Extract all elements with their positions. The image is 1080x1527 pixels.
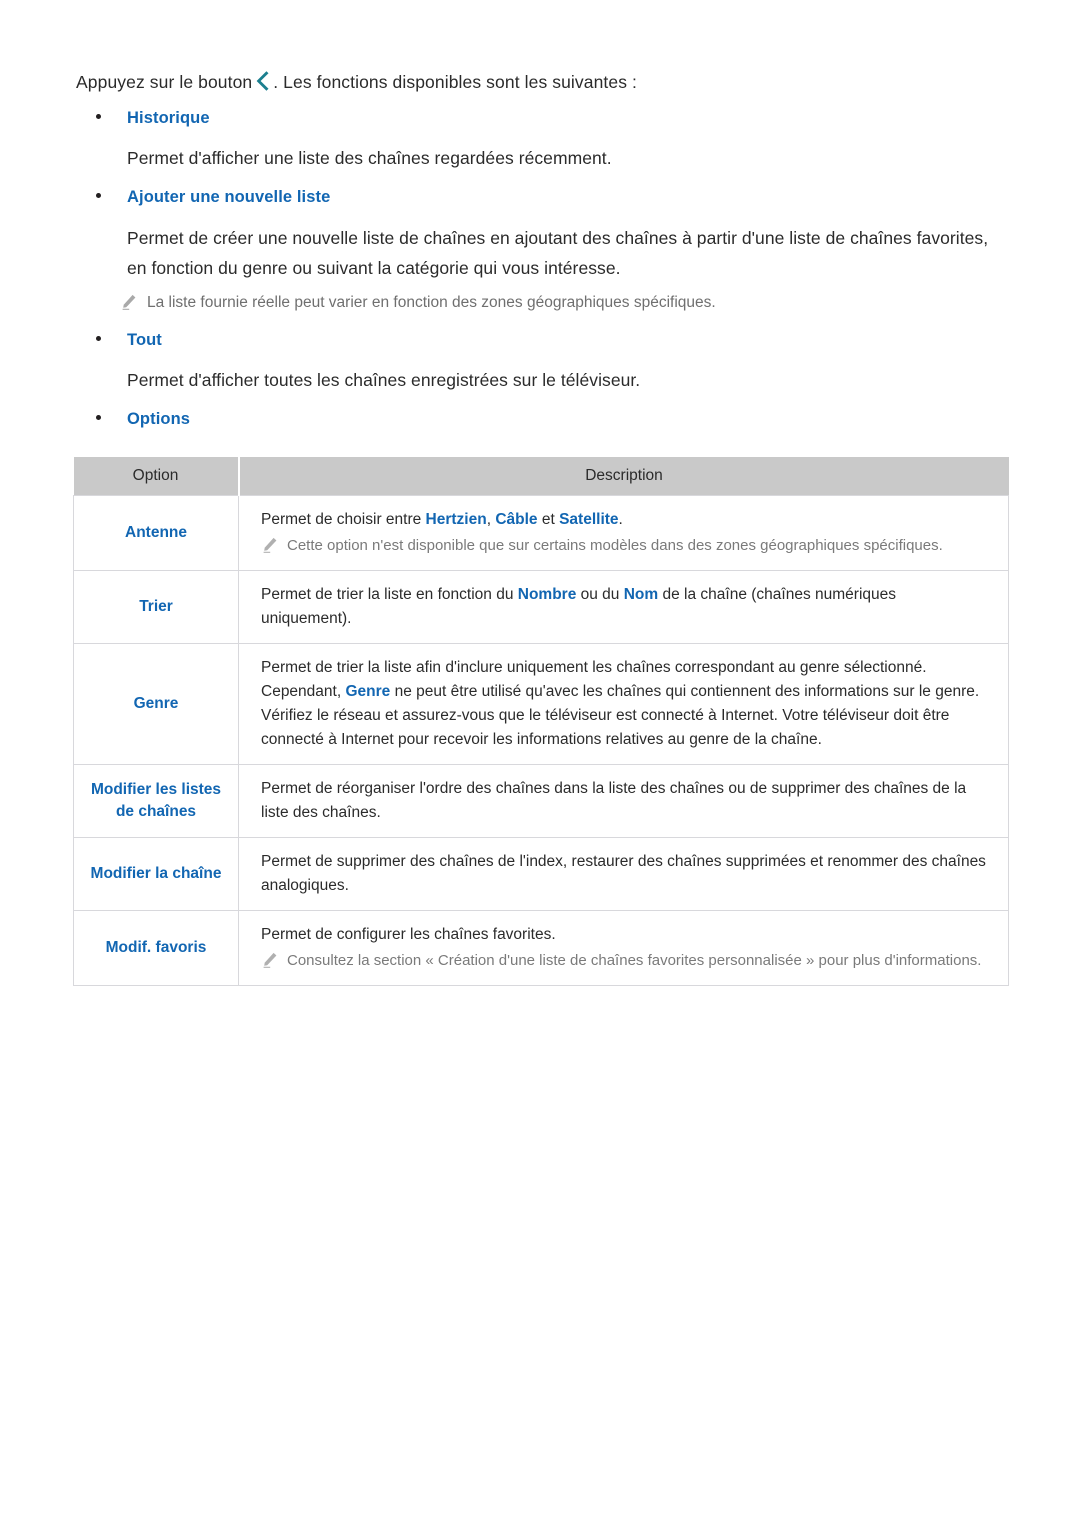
- desc-text-c: et: [537, 511, 560, 528]
- keyword-nombre: Nombre: [517, 586, 577, 603]
- bullet-dot-icon: [96, 114, 101, 119]
- description-modifier-les-listes-de-chaines: Permet de réorganiser l'ordre des chaîne…: [238, 764, 1009, 838]
- description-modif-favoris: Permet de configurer les chaînes favorit…: [238, 910, 1009, 986]
- section-body-ajouter-line2: en fonction du genre ou suivant la catég…: [127, 258, 621, 278]
- desc-text-a: Permet de choisir entre: [261, 511, 426, 528]
- heading-label: Options: [127, 410, 191, 428]
- section-body-historique: Permet d'afficher une liste des chaînes …: [127, 148, 612, 168]
- description-trier: Permet de trier la liste en fonction du …: [238, 570, 1009, 644]
- keyword-nom: Nom: [623, 586, 659, 603]
- note-text: Consultez la section « Création d'une li…: [287, 952, 982, 969]
- note-text: Cette option n'est disponible que sur ce…: [287, 537, 943, 554]
- bullet-dot-icon: [96, 193, 101, 198]
- section-heading-options: Options: [96, 410, 190, 429]
- option-label-modifier-la-chaine: Modifier la chaîne: [73, 837, 239, 911]
- heading-label: Historique: [127, 109, 210, 127]
- description-modifier-la-chaine: Permet de supprimer des chaînes de l'ind…: [238, 837, 1009, 911]
- option-label-modif-favoris: Modif. favoris: [73, 910, 239, 986]
- desc-text-a: Cependant,: [261, 683, 346, 700]
- description-genre: Permet de trier la liste afin d'inclure …: [238, 643, 1009, 765]
- desc-line-1: Permet de configurer les chaînes favorit…: [261, 926, 556, 943]
- desc-line-2: Cependant, Genre ne peut être utilisé qu…: [261, 680, 990, 704]
- table-row: Modifier les listes de chaînes Permet de…: [73, 764, 1009, 838]
- options-table: Option Description Antenne Permet de cho…: [73, 457, 1009, 986]
- column-header-description: Description: [238, 457, 1009, 496]
- section-body-ajouter-line1: Permet de créer une nouvelle liste de ch…: [127, 228, 989, 248]
- pencil-icon: [261, 952, 278, 969]
- table-row: Genre Permet de trier la liste afin d'in…: [73, 643, 1009, 765]
- heading-label: Ajouter une nouvelle liste: [127, 188, 331, 206]
- document-page: Appuyez sur le bouton . Les fonctions dis…: [0, 0, 1080, 1527]
- keyword-cable: Câble: [495, 511, 538, 528]
- desc-text-d: .: [618, 511, 623, 528]
- section-body-tout: Permet d'afficher toutes les chaînes enr…: [127, 370, 641, 390]
- cell-note-antenne: Cette option n'est disponible que sur ce…: [261, 534, 990, 558]
- column-header-option: Option: [73, 457, 240, 496]
- bullet-dot-icon: [96, 336, 101, 341]
- chevron-left-icon: [256, 71, 271, 91]
- desc-line-1: Permet de trier la liste afin d'inclure …: [261, 659, 927, 676]
- pencil-icon: [120, 294, 137, 311]
- table-body: Antenne Permet de choisir entre Hertzien…: [73, 495, 1009, 986]
- table-row: Trier Permet de trier la liste en foncti…: [73, 570, 1009, 644]
- keyword-hertzien: Hertzien: [425, 511, 487, 528]
- desc-line-3: Vérifiez le réseau et assurez-vous que l…: [261, 707, 950, 748]
- note-ajouter-une-nouvelle-liste: La liste fournie réelle peut varier en f…: [120, 291, 990, 315]
- option-label-line1: Modifier les listes: [90, 781, 222, 798]
- bullet-dot-icon: [96, 415, 101, 420]
- option-label-modifier-les-listes-de-chaines: Modifier les listes de chaînes: [73, 764, 239, 838]
- keyword-satellite: Satellite: [559, 511, 619, 528]
- section-heading-historique: Historique: [96, 109, 210, 128]
- option-label-trier: Trier: [73, 570, 239, 644]
- table-header-row: Option Description: [73, 457, 1009, 496]
- intro-before-text: Appuyez sur le bouton: [76, 72, 253, 92]
- table-row: Antenne Permet de choisir entre Hertzien…: [73, 495, 1009, 571]
- section-heading-tout: Tout: [96, 331, 162, 350]
- table-row: Modifier la chaîne Permet de supprimer d…: [73, 837, 1009, 911]
- option-label-genre: Genre: [73, 643, 239, 765]
- table-header: Option Description: [73, 457, 1009, 496]
- keyword-genre: Genre: [345, 683, 391, 700]
- option-label-antenne: Antenne: [73, 495, 239, 571]
- desc-text-b: ou du: [576, 586, 624, 603]
- section-heading-ajouter-une-nouvelle-liste: Ajouter une nouvelle liste: [96, 188, 330, 207]
- intro-after-text: . Les fonctions disponibles sont les sui…: [273, 72, 638, 92]
- heading-label: Tout: [127, 331, 162, 349]
- description-sentence: Permet de choisir entre Hertzien, Câble …: [261, 508, 990, 532]
- table-row: Modif. favoris Permet de configurer les …: [73, 910, 1009, 986]
- pencil-icon: [261, 537, 278, 554]
- desc-text-a: Permet de trier la liste en fonction du: [261, 586, 518, 603]
- cell-note-modif-favoris: Consultez la section « Création d'une li…: [261, 949, 990, 973]
- option-label-line2: de chaînes: [115, 803, 197, 820]
- intro-line: Appuyez sur le bouton . Les fonctions dis…: [76, 69, 1006, 95]
- desc-text-b: ne peut être utilisé qu'avec les chaînes…: [390, 683, 980, 700]
- description-antenne: Permet de choisir entre Hertzien, Câble …: [238, 495, 1009, 571]
- note-text: La liste fournie réelle peut varier en f…: [147, 294, 716, 311]
